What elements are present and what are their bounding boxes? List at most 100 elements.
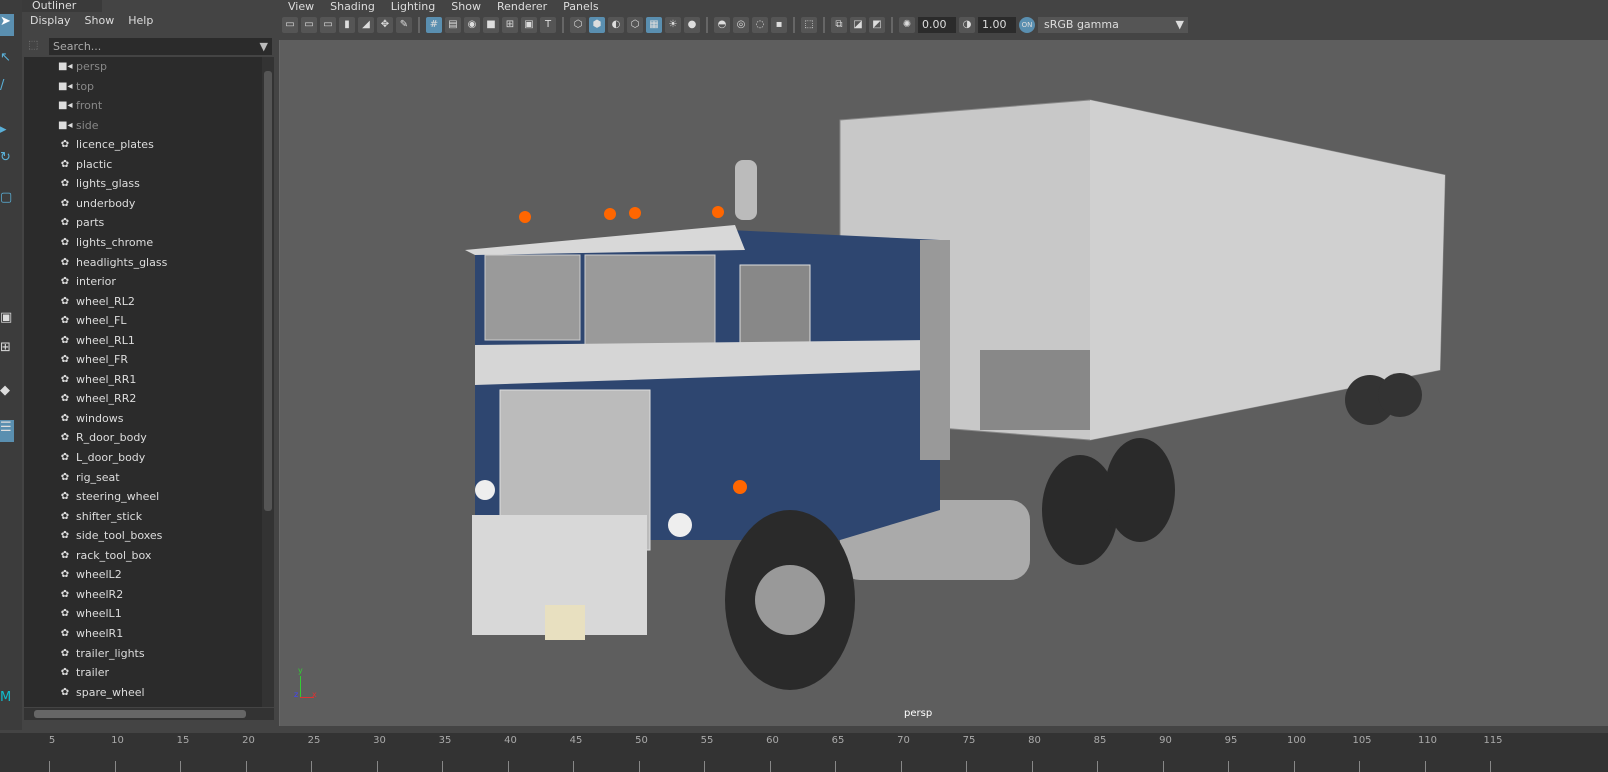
search-input[interactable]: Search... ▼ bbox=[49, 38, 272, 55]
outliner-item[interactable]: ✿ wheel_RR1 bbox=[58, 370, 137, 389]
outliner-item[interactable]: ✿ wheel_RL2 bbox=[58, 292, 135, 311]
xray-components-icon[interactable]: ◩ bbox=[869, 17, 885, 33]
paint-tool-icon[interactable]: / bbox=[0, 78, 14, 100]
depth-of-field-icon[interactable]: ▪ bbox=[771, 17, 787, 33]
2d-pan-icon[interactable]: ✥ bbox=[377, 17, 393, 33]
outliner-item[interactable]: ✿ wheel_FL bbox=[58, 311, 127, 330]
outliner-item[interactable]: ✿ side_tool_boxes bbox=[58, 526, 163, 545]
xray-icon[interactable]: ⧉ bbox=[831, 17, 847, 33]
outliner-item[interactable]: ✿ wheelR2 bbox=[58, 585, 123, 604]
time-slider[interactable]: 5 10 15 20 25 30 35 40 45 50 55 60 65 70 75 80 85 90 95 100… bbox=[0, 733, 1608, 772]
camera-icon[interactable]: ▭ bbox=[282, 17, 298, 33]
menu-show[interactable]: Show bbox=[85, 14, 115, 27]
safe-title-icon[interactable]: T bbox=[540, 17, 556, 33]
smooth-shade-icon[interactable]: ⬢ bbox=[589, 17, 605, 33]
exposure-icon[interactable]: ✺ bbox=[899, 17, 915, 33]
select-tool-icon[interactable]: ➤ bbox=[0, 14, 14, 36]
timeline-tick-label: 45 bbox=[569, 735, 583, 746]
menu-display[interactable]: Display bbox=[30, 14, 71, 27]
outliner-item[interactable]: ✿ rack_tool_box bbox=[58, 546, 152, 565]
scroll-thumb[interactable] bbox=[264, 71, 272, 511]
wireframe-icon[interactable]: ⬡ bbox=[570, 17, 586, 33]
menu-show[interactable]: Show bbox=[451, 0, 481, 13]
outliner-item[interactable]: ✿ steering_wheel bbox=[58, 487, 159, 506]
image-plane-icon[interactable]: ◢ bbox=[358, 17, 374, 33]
scale-tool-icon[interactable]: ▢ bbox=[0, 190, 14, 212]
default-material-icon[interactable]: ◐ bbox=[608, 17, 624, 33]
anti-aliasing-icon[interactable]: ◌ bbox=[752, 17, 768, 33]
outliner-item[interactable]: ✿ L_door_body bbox=[58, 448, 146, 467]
outliner-item[interactable]: ✿ lights_glass bbox=[58, 174, 140, 193]
menu-renderer[interactable]: Renderer bbox=[497, 0, 547, 13]
outliner-item[interactable]: ✿ wheelL1 bbox=[58, 604, 122, 623]
outliner-item[interactable]: ✿ parts bbox=[58, 213, 105, 232]
resolution-gate-icon[interactable]: ◉ bbox=[464, 17, 480, 33]
isolate-select-icon[interactable]: ⬚ bbox=[801, 17, 817, 33]
move-tool-icon[interactable]: ▸ bbox=[0, 122, 14, 144]
menu-panels[interactable]: Panels bbox=[563, 0, 598, 13]
xray-joints-icon[interactable]: ◪ bbox=[850, 17, 866, 33]
outliner-item[interactable]: ✿ wheelR1 bbox=[58, 624, 123, 643]
grid-icon[interactable]: # bbox=[426, 17, 442, 33]
menu-help[interactable]: Help bbox=[128, 14, 153, 27]
outliner-item[interactable]: ✿ underbody bbox=[58, 194, 136, 213]
textured-icon[interactable]: ▦ bbox=[646, 17, 662, 33]
gate-mask-icon[interactable]: ■ bbox=[483, 17, 499, 33]
bookmark-icon[interactable]: ▮ bbox=[339, 17, 355, 33]
outliner-item[interactable]: ✿ plactic bbox=[58, 155, 112, 174]
outliner-item-label: trailer bbox=[76, 666, 109, 680]
hscroll-thumb[interactable] bbox=[34, 710, 246, 718]
outliner-item[interactable]: ✿ wheel_RL1 bbox=[58, 331, 135, 350]
grease-pencil-icon[interactable]: ✎ bbox=[396, 17, 412, 33]
rotate-tool-icon[interactable]: ↻ bbox=[0, 150, 14, 172]
outliner-item[interactable]: ✿ lights_chrome bbox=[58, 233, 153, 252]
layout-single-icon[interactable]: ▣ bbox=[0, 310, 14, 332]
field-chart-icon[interactable]: ⊞ bbox=[502, 17, 518, 33]
outliner-item[interactable]: ✿ rig_seat bbox=[58, 468, 120, 487]
film-gate-icon[interactable]: ▤ bbox=[445, 17, 461, 33]
outliner-item[interactable]: ■◂ persp bbox=[58, 57, 107, 76]
horizontal-scrollbar[interactable] bbox=[24, 708, 274, 720]
outliner-item[interactable]: ■◂ front bbox=[58, 96, 102, 115]
layout-four-icon[interactable]: ⊞ bbox=[0, 340, 14, 362]
menu-view[interactable]: View bbox=[288, 0, 314, 13]
timeline-tick bbox=[638, 761, 640, 772]
viewport-persp[interactable]: y x z persp bbox=[279, 40, 1608, 726]
ambient-occlusion-icon[interactable]: ◓ bbox=[714, 17, 730, 33]
layout-two-icon[interactable]: ◆ bbox=[0, 383, 14, 405]
camera-lock-icon[interactable]: ▭ bbox=[301, 17, 317, 33]
motion-blur-icon[interactable]: ◎ bbox=[733, 17, 749, 33]
outliner-item[interactable]: ✿ wheelL2 bbox=[58, 565, 122, 584]
shadows-icon[interactable]: ● bbox=[684, 17, 700, 33]
outliner-item[interactable]: ✿ headlights_glass bbox=[58, 253, 168, 272]
outliner-item[interactable]: ✿ wheel_FR bbox=[58, 350, 128, 369]
outliner-item[interactable]: ✿ wheel_RR2 bbox=[58, 389, 137, 408]
outliner-item[interactable]: ✿ spare_wheel bbox=[58, 683, 145, 702]
vertical-scrollbar[interactable] bbox=[262, 57, 274, 707]
safe-action-icon[interactable]: ▣ bbox=[521, 17, 537, 33]
outliner-item[interactable]: ■◂ top bbox=[58, 77, 94, 96]
color-space-select[interactable]: sRGB gamma ▼ bbox=[1038, 17, 1188, 33]
color-management-toggle[interactable]: ON bbox=[1019, 17, 1035, 33]
lasso-tool-icon[interactable]: ↖ bbox=[0, 50, 14, 72]
camera-attrs-icon[interactable]: ▭ bbox=[320, 17, 336, 33]
outliner-tab[interactable]: Outliner bbox=[22, 0, 102, 12]
outliner-layout-icon[interactable]: ☰ bbox=[0, 420, 14, 442]
outliner-item[interactable]: ✿ trailer_lights bbox=[58, 644, 145, 663]
chevron-down-icon[interactable]: ▼ bbox=[260, 38, 268, 55]
lights-icon[interactable]: ☀ bbox=[665, 17, 681, 33]
outliner-item[interactable]: ■◂ side bbox=[58, 116, 99, 135]
outliner-item[interactable]: ✿ shifter_stick bbox=[58, 507, 142, 526]
menu-shading[interactable]: Shading bbox=[330, 0, 375, 13]
outliner-item[interactable]: ✿ interior bbox=[58, 272, 116, 291]
gamma-icon[interactable]: ◑ bbox=[959, 17, 975, 33]
wireframe-on-shaded-icon[interactable]: ⬡ bbox=[627, 17, 643, 33]
outliner-item[interactable]: ✿ licence_plates bbox=[58, 135, 154, 154]
filter-icon[interactable]: ⬚ bbox=[28, 38, 44, 55]
exposure-field[interactable]: 0.00 bbox=[918, 17, 956, 33]
outliner-item[interactable]: ✿ windows bbox=[58, 409, 124, 428]
outliner-item[interactable]: ✿ R_door_body bbox=[58, 428, 147, 447]
gamma-field[interactable]: 1.00 bbox=[978, 17, 1016, 33]
menu-lighting[interactable]: Lighting bbox=[391, 0, 435, 13]
outliner-item[interactable]: ✿ trailer bbox=[58, 663, 109, 682]
